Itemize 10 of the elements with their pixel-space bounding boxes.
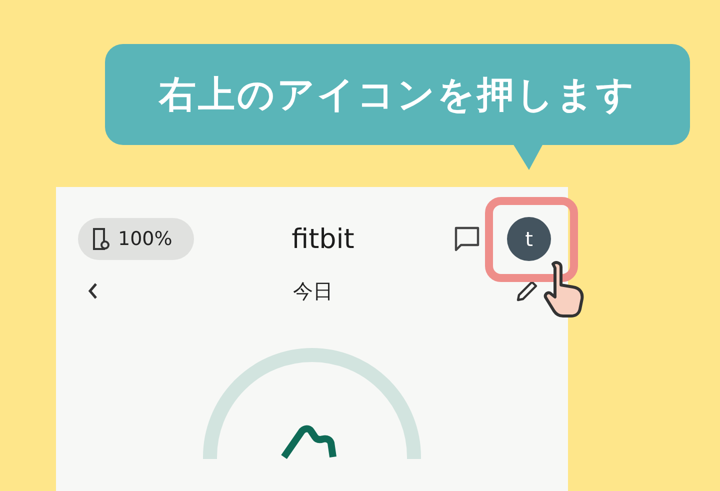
device-battery-chip[interactable]: 100% [78, 218, 194, 260]
date-label: 今日 [293, 278, 333, 304]
app-title: fitbit [292, 224, 354, 254]
watch-phone-icon [92, 227, 110, 251]
message-icon[interactable] [453, 225, 481, 253]
callout-tail-icon [513, 144, 543, 170]
back-chevron-icon[interactable] [86, 281, 100, 301]
battery-text: 100% [118, 228, 172, 250]
avatar-button[interactable]: t [507, 217, 551, 261]
callout-bubble: 右上のアイコンを押します [105, 44, 690, 145]
